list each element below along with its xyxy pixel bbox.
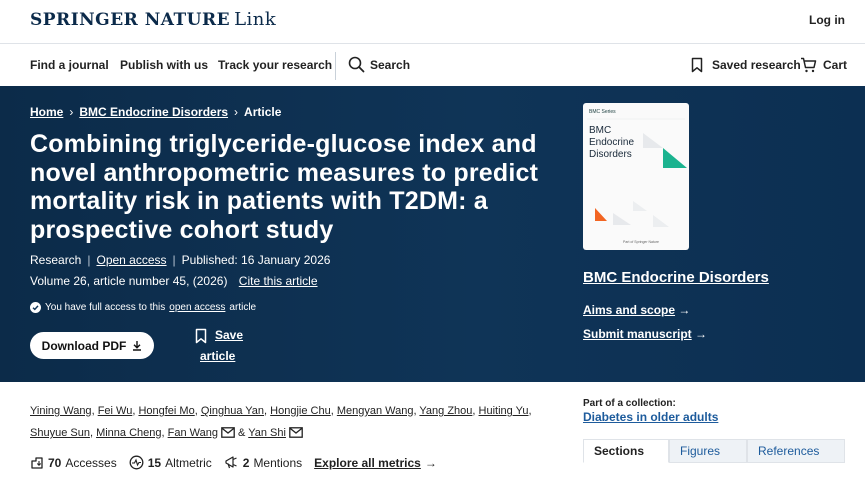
download-pdf-label: Download PDF: [41, 338, 127, 353]
explore-metrics-label: Explore all metrics: [314, 455, 421, 470]
author-link[interactable]: Hongjie Chu: [270, 405, 331, 417]
accesses-label: Accesses: [65, 455, 117, 470]
mentions-label: Mentions: [253, 455, 303, 470]
author-list: Yining Wang, Fei Wu, Hongfei Mo, Qinghua…: [30, 405, 532, 439]
tab-references[interactable]: References: [747, 439, 845, 463]
arrow-right-icon: →: [695, 327, 708, 341]
access-suffix: article: [229, 302, 257, 313]
mentions-count: 2: [242, 455, 250, 470]
logo-primary: SPRINGER NATURE: [30, 10, 231, 30]
nav-publish[interactable]: Publish with us: [120, 58, 208, 72]
access-notice: You have full access to this open access…: [30, 302, 256, 313]
author-ampersand: &: [238, 427, 246, 439]
breadcrumb-chevron-icon: ›: [69, 105, 74, 119]
save-label-line2: article: [200, 349, 236, 363]
cover-fine-print: Part of Springer Nature: [623, 240, 659, 244]
arrow-right-icon: →: [424, 455, 437, 470]
megaphone-icon: [225, 456, 237, 469]
author-link[interactable]: Shuyue Sun: [30, 427, 90, 439]
mail-icon[interactable]: [289, 427, 303, 438]
author-link[interactable]: Huiting Yu: [479, 405, 529, 417]
altmetric-count: 15: [147, 455, 162, 470]
save-label-line1: Save: [215, 328, 244, 342]
check-circle-icon: [30, 302, 41, 313]
article-title: Combining triglyceride-glucose index and…: [30, 130, 539, 244]
author-link[interactable]: Fan Wang: [168, 427, 218, 439]
nav-track-research[interactable]: Track your research: [218, 58, 332, 72]
main-nav: Find a journal Publish with us Track you…: [0, 44, 865, 86]
brand-bar: SPRINGER NATURE Link Log in: [0, 0, 865, 44]
accesses-metric: 70 Accesses: [30, 456, 117, 470]
search-label: Search: [370, 58, 411, 72]
breadcrumb-current: Article: [244, 105, 282, 119]
collection-link[interactable]: Diabetes in older adults: [583, 410, 718, 424]
article-type: Research: [30, 253, 82, 267]
cart-label: Cart: [823, 58, 848, 72]
author-link[interactable]: Yang Zhou: [419, 405, 472, 417]
altmetric-icon: [129, 455, 144, 470]
article-volume-line: Volume 26, article number 45, (2026) Cit…: [30, 274, 318, 288]
breadcrumb-journal[interactable]: BMC Endocrine Disorders: [79, 105, 228, 119]
altmetric-label: Altmetric: [165, 455, 212, 470]
author-link[interactable]: Minna Cheng: [96, 427, 161, 439]
saved-research-label: Saved research: [712, 58, 801, 72]
article-tabs: Sections Figures References: [583, 439, 845, 463]
altmetric-metric: 15 Altmetric: [129, 455, 212, 470]
aims-scope-link[interactable]: Aims and scope →: [583, 303, 690, 317]
bookmark-icon: [691, 57, 703, 73]
logo-secondary: Link: [234, 9, 277, 30]
download-pdf-button[interactable]: Download PDF: [30, 332, 154, 359]
mentions-metric: 2 Mentions: [224, 455, 302, 470]
article-hero: Home › BMC Endocrine Disorders › Article Com…: [0, 86, 865, 382]
author-link[interactable]: Mengyan Wang: [337, 405, 414, 417]
tab-sections[interactable]: Sections: [583, 439, 669, 463]
journal-cover[interactable]: BMC Series BMC Endocrine Disorders Part …: [583, 103, 689, 250]
login-link[interactable]: Log in: [809, 13, 845, 27]
author-link[interactable]: Yan Shi: [248, 427, 286, 439]
published-date: Published: 16 January 2026: [181, 253, 331, 267]
download-stats-icon: [31, 456, 43, 469]
access-open-access-link[interactable]: open access: [169, 302, 225, 313]
journal-name-link[interactable]: BMC Endocrine Disorders: [583, 269, 769, 286]
cover-artwork: [587, 118, 687, 227]
author-link[interactable]: Hongfei Mo: [138, 405, 194, 417]
cite-article-link[interactable]: Cite this article: [239, 274, 318, 288]
submit-manuscript-label: Submit manuscript: [583, 327, 692, 341]
author-link[interactable]: Fei Wu: [98, 405, 133, 417]
springer-nature-link-logo[interactable]: SPRINGER NATURE Link: [30, 9, 276, 30]
download-icon: [133, 341, 142, 351]
nav-divider: [335, 52, 336, 80]
bookmark-icon: [195, 328, 207, 344]
accesses-count: 70: [48, 455, 62, 470]
article-meta: Research | Open access | Published: 16 Janua…: [30, 253, 331, 267]
cart-icon: [801, 57, 817, 73]
author-link[interactable]: Qinghua Yan: [201, 405, 264, 417]
access-prefix: You have full access to this: [45, 302, 166, 313]
mail-icon[interactable]: [221, 427, 235, 438]
open-access-link[interactable]: Open access: [96, 253, 166, 267]
breadcrumb: Home › BMC Endocrine Disorders › Article: [30, 105, 281, 119]
volume-info: Volume 26, article number 45, (2026): [30, 274, 228, 288]
author-link[interactable]: Yining Wang: [30, 405, 92, 417]
breadcrumb-chevron-icon: ›: [234, 105, 239, 119]
collection-label: Part of a collection:: [583, 398, 676, 409]
nav-find-journal[interactable]: Find a journal: [30, 58, 109, 72]
aims-scope-label: Aims and scope: [583, 303, 676, 317]
article-metrics: 70 Accesses 15 Altmetric 2 Mentions Expl…: [30, 455, 449, 470]
tab-figures[interactable]: Figures: [669, 439, 747, 463]
search-icon: [348, 56, 365, 73]
submit-manuscript-link[interactable]: Submit manuscript →: [583, 327, 707, 341]
explore-metrics-link[interactable]: Explore all metrics →: [314, 456, 437, 470]
breadcrumb-home[interactable]: Home: [30, 105, 63, 119]
arrow-right-icon: →: [678, 303, 691, 317]
